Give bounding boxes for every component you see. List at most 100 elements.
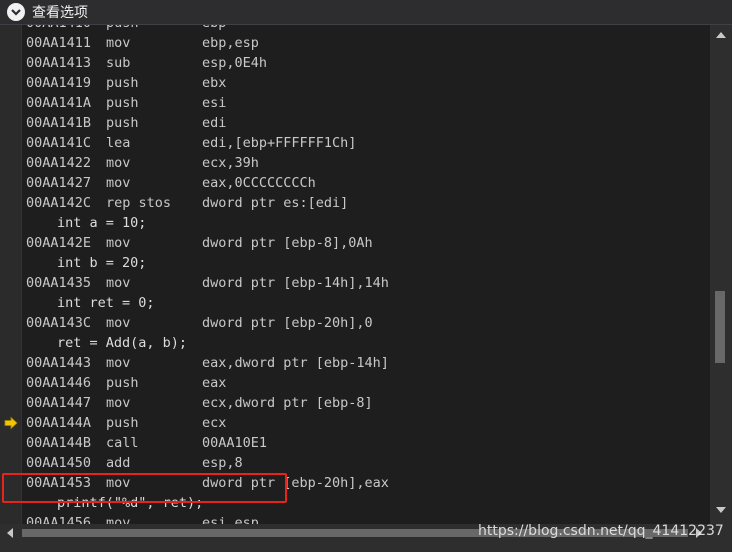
scroll-left-icon[interactable]	[6, 528, 13, 538]
source-code-text: ret = Add(a, b);	[57, 335, 188, 351]
disassembly-view[interactable]: 00AA1410pushebp00AA1411movebp,esp00AA141…	[0, 25, 710, 524]
instruction-operands: dword ptr [ebp-14h],14h	[202, 275, 389, 291]
disassembly-line-highlighted[interactable]: 00AA1450 add esp,8	[26, 453, 706, 473]
source-line[interactable]: ret = Add(a, b);	[26, 333, 706, 353]
source-line[interactable]: int ret = 0;	[26, 293, 706, 313]
instruction-mnemonic: mov	[106, 475, 131, 491]
instruction-address: 00AA1447	[26, 395, 92, 411]
instruction-mnemonic: push	[106, 25, 202, 33]
instruction-operands: ebp,esp	[202, 35, 259, 51]
instruction-operands: esp,0E4h	[202, 55, 268, 71]
instruction-operands: 00AA10E1	[202, 435, 268, 451]
instruction-address: 00AA1419	[26, 75, 92, 91]
instruction-operands: ecx	[202, 415, 227, 431]
disassembly-line[interactable]: 00AA143C mov dword ptr [ebp-20h],0	[26, 313, 706, 333]
source-line[interactable]: int a = 10;	[26, 213, 706, 233]
instruction-operands: dword ptr [ebp-20h],eax	[202, 475, 389, 491]
instruction-operands: esp,8	[202, 455, 243, 471]
instruction-address: 00AA1456	[26, 515, 92, 524]
instruction-address: 00AA141B	[26, 115, 92, 131]
scroll-up-icon[interactable]	[716, 31, 726, 38]
instruction-address: 00AA1435	[26, 275, 92, 291]
instruction-address: 00AA144A	[26, 415, 92, 431]
scroll-down-icon[interactable]	[716, 507, 726, 514]
disassembly-line[interactable]: 00AA1410pushebp	[26, 25, 706, 33]
disassembly-line[interactable]: 00AA1427 mov eax,0CCCCCCCCh	[26, 173, 706, 193]
instruction-mnemonic: push	[106, 95, 139, 111]
instruction-operands: dword ptr [ebp-8],0Ah	[202, 235, 373, 251]
disassembly-line[interactable]: 00AA1413 sub esp,0E4h	[26, 53, 706, 73]
vertical-scroll-thumb[interactable]	[715, 291, 725, 363]
instruction-address: 00AA144B	[26, 435, 92, 451]
instruction-mnemonic: mov	[106, 515, 131, 524]
disassembly-line[interactable]: 00AA1411 mov ebp,esp	[26, 33, 706, 53]
disassembly-line[interactable]: 00AA1447 mov ecx,dword ptr [ebp-8]	[26, 393, 706, 413]
instruction-operands: ebp	[202, 25, 226, 31]
disassembly-line[interactable]: 00AA142E mov dword ptr [ebp-8],0Ah	[26, 233, 706, 253]
instruction-address: 00AA1410	[26, 25, 106, 33]
instruction-address: 00AA1446	[26, 375, 92, 391]
code-lines: 00AA1410pushebp00AA1411movebp,esp00AA141…	[26, 25, 706, 524]
source-code-text: int a = 10;	[57, 215, 147, 231]
instruction-mnemonic: sub	[106, 55, 131, 71]
instruction-address: 00AA1413	[26, 55, 92, 71]
disassembly-line[interactable]: 00AA1422 mov ecx,39h	[26, 153, 706, 173]
disassembly-line-current[interactable]: 00AA144A push ecx	[26, 413, 706, 433]
instruction-mnemonic: mov	[106, 175, 131, 191]
disassembly-line[interactable]: 00AA142C rep stos dword ptr es:[edi]	[26, 193, 706, 213]
instruction-address: 00AA1422	[26, 155, 92, 171]
instruction-mnemonic: mov	[106, 315, 131, 331]
instruction-address: 00AA1411	[26, 35, 92, 51]
instruction-address: 00AA141A	[26, 95, 92, 111]
source-line[interactable]: printf("%d", ret);	[26, 493, 706, 513]
disassembly-line[interactable]: 00AA144B call 00AA10E1	[26, 433, 706, 453]
instruction-mnemonic: mov	[106, 35, 131, 51]
instruction-mnemonic: mov	[106, 235, 131, 251]
instruction-operands: dword ptr es:[edi]	[202, 195, 349, 211]
instruction-address: 00AA1450	[26, 455, 92, 471]
instruction-operands: eax	[202, 375, 227, 391]
view-options-label[interactable]: 查看选项	[32, 2, 88, 22]
instruction-operands: esi	[202, 95, 227, 111]
instruction-mnemonic: push	[106, 415, 139, 431]
instruction-operands: edi	[202, 115, 227, 131]
disassembly-line[interactable]: 00AA141C lea edi,[ebp+FFFFFF1Ch]	[26, 133, 706, 153]
source-code-text: printf("%d", ret);	[57, 495, 204, 511]
instruction-mnemonic: mov	[106, 355, 131, 371]
source-code-text: int b = 20;	[57, 255, 147, 271]
disassembly-line[interactable]: 00AA141A push esi	[26, 93, 706, 113]
instruction-mnemonic: mov	[106, 395, 131, 411]
instruction-operands: eax,0CCCCCCCCh	[202, 175, 316, 191]
instruction-mnemonic: call	[106, 435, 139, 451]
current-instruction-arrow-icon	[4, 416, 18, 430]
status-strip	[0, 542, 710, 552]
instruction-operands: dword ptr [ebp-20h],0	[202, 315, 373, 331]
disassembly-line[interactable]: 00AA141B push edi	[26, 113, 706, 133]
instruction-address: 00AA142E	[26, 235, 92, 251]
instruction-operands: esi,esp	[202, 515, 259, 524]
instruction-address: 00AA1453	[26, 475, 92, 491]
instruction-mnemonic: push	[106, 375, 139, 391]
breakpoint-gutter[interactable]	[0, 25, 22, 524]
instruction-mnemonic: lea	[106, 135, 131, 151]
instruction-mnemonic: add	[106, 455, 131, 471]
disassembly-line[interactable]: 00AA1446 push eax	[26, 373, 706, 393]
disassembly-line[interactable]: 00AA1435 mov dword ptr [ebp-14h],14h	[26, 273, 706, 293]
source-code-text: int ret = 0;	[57, 295, 155, 311]
instruction-mnemonic: mov	[106, 155, 131, 171]
instruction-operands: ecx,39h	[202, 155, 259, 171]
instruction-mnemonic: push	[106, 115, 139, 131]
disassembly-line[interactable]: 00AA1419 push ebx	[26, 73, 706, 93]
view-options-header[interactable]: 查看选项	[0, 0, 732, 25]
source-line[interactable]: int b = 20;	[26, 253, 706, 273]
instruction-operands: ebx	[202, 75, 227, 91]
vertical-scrollbar[interactable]	[710, 25, 732, 524]
instruction-address: 00AA1443	[26, 355, 92, 371]
chevron-down-icon[interactable]	[7, 3, 25, 21]
instruction-address: 00AA141C	[26, 135, 92, 151]
instruction-operands: eax,dword ptr [ebp-14h]	[202, 355, 389, 371]
instruction-mnemonic: rep stos	[106, 195, 172, 211]
disassembly-line[interactable]: 00AA1453 mov dword ptr [ebp-20h],eax	[26, 473, 706, 493]
disassembly-line[interactable]: 00AA1443 mov eax,dword ptr [ebp-14h]	[26, 353, 706, 373]
watermark-text: https://blog.csdn.net/qq_41412237	[478, 523, 724, 539]
